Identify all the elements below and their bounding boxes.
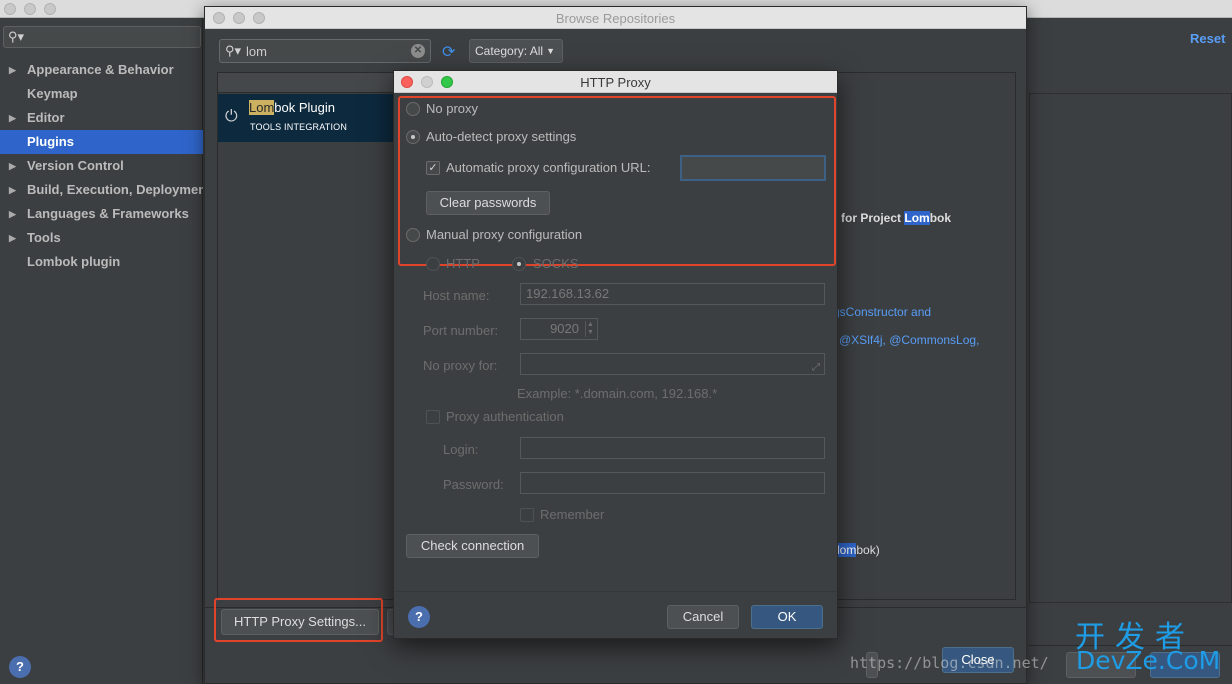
- list-item[interactable]: ⏻ Lombok Plugin TOOLS INTEGRATION: [218, 94, 396, 142]
- plugin-category: TOOLS INTEGRATION: [250, 122, 348, 132]
- host-name-label: Host name:: [423, 288, 490, 303]
- plugin-list-header[interactable]: [218, 73, 396, 93]
- chevron-right-icon: ▶: [9, 185, 16, 195]
- password-label: Password:: [443, 477, 504, 492]
- ok-button[interactable]: OK: [751, 605, 823, 629]
- window-close-dot[interactable]: [4, 3, 16, 15]
- detail-link[interactable]: rgsConstructor and: [829, 305, 931, 319]
- sidebar-item-editor[interactable]: ▶ Editor: [0, 106, 203, 130]
- help-button[interactable]: ?: [408, 606, 430, 628]
- login-field[interactable]: [520, 437, 825, 459]
- detail-text: for Project Lombok: [841, 211, 952, 225]
- chevron-right-icon: ▶: [9, 233, 16, 243]
- preferences-content-panel: [1029, 93, 1232, 603]
- http-proxy-dialog: HTTP Proxy No proxy Auto-detect proxy se…: [393, 70, 838, 639]
- sidebar-item-languages-frameworks[interactable]: ▶ Languages & Frameworks: [0, 202, 203, 226]
- watermark-logo-text: DevZe.CoM: [1076, 646, 1221, 675]
- no-proxy-for-field[interactable]: ⤢: [520, 353, 825, 375]
- sidebar-item-label: Appearance & Behavior: [27, 62, 174, 77]
- detail-text: lombok): [837, 543, 880, 557]
- port-value: 9020: [550, 321, 579, 336]
- reset-link[interactable]: Reset: [1190, 31, 1225, 46]
- sidebar-item-label: Lombok plugin: [27, 254, 121, 269]
- http-radio[interactable]: [426, 257, 440, 271]
- plugin-list: ⏻ Lombok Plugin TOOLS INTEGRATION: [217, 72, 397, 600]
- plugin-search-input[interactable]: ⚲▾ lom ✕: [219, 39, 431, 63]
- annotation-outline: [214, 598, 383, 642]
- sidebar-item-keymap[interactable]: Keymap: [0, 82, 203, 106]
- window-minimize-dot[interactable]: [24, 3, 36, 15]
- clear-search-icon[interactable]: ✕: [411, 44, 425, 58]
- refresh-icon[interactable]: ⟳: [442, 42, 455, 62]
- sidebar-item-label: Version Control: [27, 158, 124, 173]
- sidebar-item-label: Languages & Frameworks: [27, 206, 189, 221]
- sidebar-item-appearance-behavior[interactable]: ▶ Appearance & Behavior: [0, 58, 203, 82]
- login-label: Login:: [443, 442, 479, 457]
- proxy-auth-checkbox[interactable]: [426, 410, 440, 424]
- plugin-icon: ⏻: [225, 108, 238, 125]
- sidebar-item-label: Editor: [27, 110, 65, 125]
- sidebar-item-tools[interactable]: ▶ Tools: [0, 226, 203, 250]
- remember-label: Remember: [540, 507, 605, 522]
- chevron-down-icon: ▼: [546, 46, 555, 56]
- search-icon: ⚲▾: [225, 43, 242, 58]
- dialog-title: HTTP Proxy: [580, 75, 651, 90]
- proxy-title-bar: HTTP Proxy: [394, 71, 837, 93]
- chevron-right-icon: ▶: [9, 209, 16, 219]
- dialog-title: Browse Repositories: [555, 11, 676, 26]
- search-value: lom: [246, 44, 267, 59]
- chevron-right-icon: ▶: [9, 65, 16, 75]
- category-dropdown[interactable]: Category: All ▼: [469, 39, 563, 63]
- sidebar-item-label: Tools: [27, 230, 61, 245]
- host-name-field[interactable]: 192.168.13.62: [520, 283, 825, 305]
- example-text: Example: *.domain.com, 192.168.*: [517, 386, 718, 401]
- plugin-name: Lombok Plugin: [249, 100, 336, 115]
- chevron-right-icon: ▶: [9, 161, 16, 171]
- browse-title-bar: Browse Repositories: [205, 7, 1026, 29]
- window-zoom-dot[interactable]: [44, 3, 56, 15]
- spinner-icon[interactable]: ▲ ▼: [585, 321, 595, 337]
- category-label: Category: All: [475, 44, 544, 58]
- sidebar-item-version-control[interactable]: ▶ Version Control: [0, 154, 203, 178]
- password-field[interactable]: [520, 472, 825, 494]
- socks-label: SOCKS: [533, 256, 579, 271]
- sidebar-item-label: Plugins: [27, 134, 74, 149]
- sidebar-item-lombok-plugin[interactable]: Lombok plugin: [0, 250, 203, 274]
- port-number-label: Port number:: [423, 323, 499, 338]
- cancel-button[interactable]: Cancel: [667, 605, 739, 629]
- search-icon: ⚲▾: [8, 29, 25, 44]
- detail-link[interactable]: @XSlf4j, @CommonsLog,: [839, 333, 979, 347]
- divider: [394, 591, 837, 592]
- watermark-url: https://blog.csdn.net/: [850, 654, 1049, 672]
- chevron-right-icon: ▶: [9, 113, 16, 123]
- expand-icon[interactable]: ⤢: [812, 358, 820, 378]
- preferences-sidebar: ⚲▾ ▶ Appearance & Behavior Keymap ▶ Edit…: [0, 18, 203, 684]
- sidebar-item-build-execution-deployment[interactable]: ▶ Build, Execution, Deployment: [0, 178, 203, 202]
- help-button[interactable]: ?: [9, 656, 31, 678]
- check-connection-button[interactable]: Check connection: [406, 534, 539, 558]
- preferences-search-input[interactable]: ⚲▾: [3, 26, 201, 48]
- proxy-auth-label: Proxy authentication: [446, 409, 564, 424]
- no-proxy-for-label: No proxy for:: [423, 358, 498, 373]
- sidebar-item-plugins[interactable]: Plugins: [0, 130, 203, 154]
- port-number-field[interactable]: 9020 ▲ ▼: [520, 318, 598, 340]
- socks-radio[interactable]: [512, 257, 526, 271]
- sidebar-item-label: Build, Execution, Deployment: [27, 182, 203, 197]
- remember-checkbox[interactable]: [520, 508, 534, 522]
- annotation-outline: [398, 96, 836, 266]
- http-label: HTTP: [446, 256, 480, 271]
- sidebar-item-label: Keymap: [27, 86, 78, 101]
